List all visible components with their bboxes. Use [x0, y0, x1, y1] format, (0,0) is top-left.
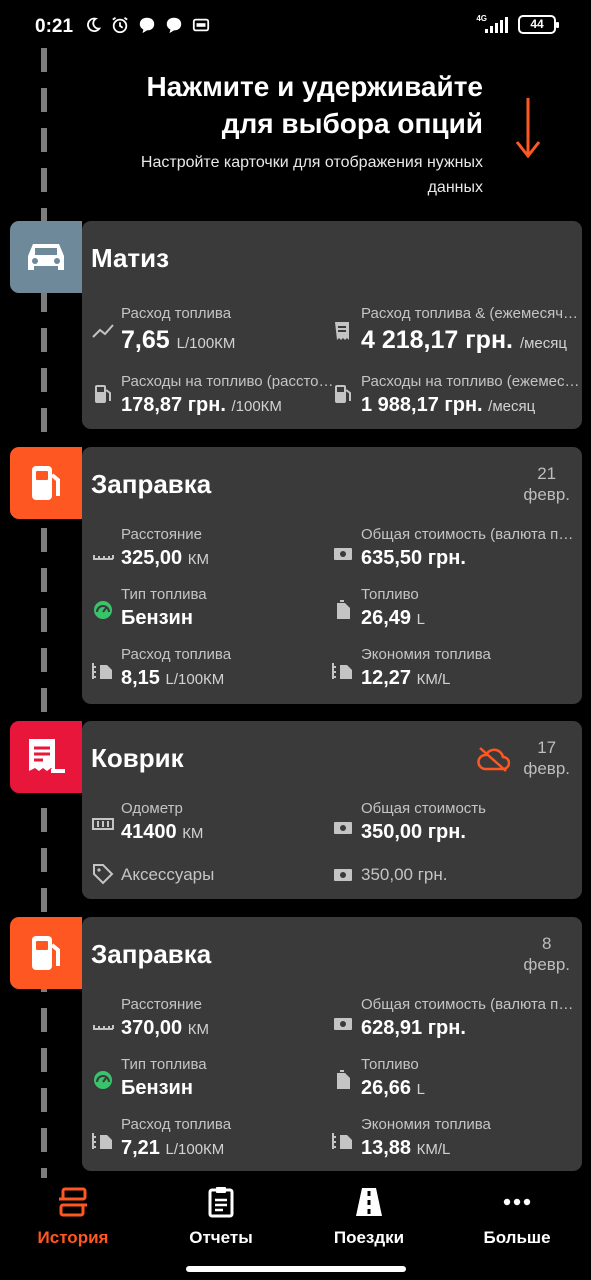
nav-trips[interactable]: Поездки: [309, 1186, 429, 1248]
expense-title: Коврик: [91, 743, 184, 773]
money-icon: [334, 548, 352, 560]
timeline-line: [41, 48, 47, 1178]
vehicle-name: Матиз: [91, 243, 170, 273]
refuel-title: Заправка: [91, 469, 212, 499]
stat-economy: Экономия топлива 12,27 КМ/L: [361, 646, 491, 689]
refuel-card[interactable]: Заправка 8 февр. Расстояние 370,00 КМ Общ…: [82, 917, 582, 1171]
vehicle-card[interactable]: Матиз Расход топлива 7,65 L/100КМ Расход…: [82, 221, 582, 429]
stat-fuel-cost-distance: Расходы на топливо (расстояние) 178,87 г…: [121, 373, 341, 416]
stat-distance: Расстояние 325,00 КМ: [121, 526, 209, 569]
gauge-icon: [94, 601, 112, 619]
refuel-title: Заправка: [91, 939, 212, 969]
fuel-economy-icon: [332, 1133, 352, 1149]
expense-date: 17 февр.: [523, 738, 570, 778]
money-icon: [334, 822, 352, 834]
gps-icon: [192, 18, 210, 32]
hint-subtitle: Настройте карточки для отображения нужны…: [140, 154, 483, 196]
refuel-date: 8 февр.: [523, 934, 570, 974]
receipt-icon: [10, 721, 82, 793]
network-type: 4G: [476, 13, 487, 23]
stat-total-cost: Общая стоимость (валюта по умолчанию) 63…: [361, 526, 581, 569]
stat-fuel-volume: Топливо 26,66 L: [361, 1056, 425, 1099]
arrow-down-icon: [515, 98, 541, 159]
home-indicator[interactable]: [186, 1266, 406, 1272]
trend-icon: [92, 324, 114, 338]
stat-consumption: Расход топлива 7,21 L/100КМ: [121, 1116, 232, 1159]
stat-fuel-type: Тип топлива Бензин: [121, 1056, 207, 1099]
fuel-pump-icon: [335, 385, 351, 403]
receipt-icon: [335, 322, 349, 340]
hint-banner: Нажмите и удерживайте для выбора опций Н…: [103, 68, 483, 200]
chat-bubble-icon: [139, 17, 155, 34]
chat-bubble-icon: [166, 17, 182, 34]
battery-icon: 44: [518, 15, 559, 34]
fuel-pump-icon: [10, 917, 82, 989]
stat-total-cost: Общая стоимость (валюта по умолчанию) 62…: [361, 996, 581, 1039]
stat-fuel-consumption: Расход топлива 7,65 L/100КМ: [121, 305, 236, 354]
hint-title: Нажмите и удерживайте для выбора опций: [146, 71, 483, 139]
fuel-pump-icon: [95, 385, 111, 403]
car-icon: [10, 221, 82, 293]
moon-icon: [87, 17, 102, 33]
status-bar: 0:21 4G 44: [0, 0, 591, 52]
alarm-icon: [112, 17, 128, 34]
money-icon: [334, 1018, 352, 1030]
stat-odometer: Одометр 41400 КМ: [121, 800, 204, 843]
stat-total-cost: Общая стоимость 350,00 грн.: [361, 800, 486, 843]
stat-fuel-volume: Топливо 26,49 L: [361, 586, 425, 629]
money-icon: [334, 869, 352, 881]
history-icon: [59, 1187, 87, 1217]
fuel-pump-icon: [10, 447, 82, 519]
stat-fuel-type: Тип топлива Бензин: [121, 586, 207, 629]
tag-icon: [93, 864, 114, 885]
fuel-can-icon: [337, 600, 350, 619]
clipboard-icon: [208, 1187, 234, 1218]
more-icon: [503, 1198, 531, 1206]
expense-card[interactable]: Коврик 17 февр. Одометр 41400 КМ Общая ст…: [82, 721, 582, 899]
refuel-card[interactable]: Заправка 21 февр. Расстояние 325,00 КМ Об…: [82, 447, 582, 704]
ruler-icon: [93, 1025, 114, 1030]
fuel-economy-icon: [332, 663, 352, 679]
fuel-can-gauge-icon: [92, 1133, 112, 1149]
ruler-icon: [93, 555, 114, 560]
fuel-can-icon: [337, 1070, 350, 1089]
expense-category: Аксессуары: [121, 865, 215, 884]
stat-monthly-fuel-expense: Расход топлива & (ежемесячно) 4 218,17 г…: [361, 305, 581, 354]
bottom-nav: История Отчеты Поездки Больше: [0, 1178, 591, 1280]
expense-amount: 350,00 грн.: [361, 865, 448, 884]
stat-distance: Расстояние 370,00 КМ: [121, 996, 209, 1039]
nav-history[interactable]: История: [13, 1186, 133, 1248]
signal-icon: [485, 16, 508, 33]
odometer-icon: [92, 818, 114, 830]
stat-fuel-cost-monthly: Расходы на топливо (ежемесячно) 1 988,17…: [361, 373, 581, 416]
cloud-off-icon: [477, 747, 510, 772]
road-icon: [356, 1188, 382, 1216]
gauge-icon: [94, 1071, 112, 1089]
refuel-date: 21 февр.: [523, 464, 570, 504]
stat-consumption: Расход топлива 8,15 L/100КМ: [121, 646, 232, 689]
fuel-can-gauge-icon: [92, 663, 112, 679]
stat-economy: Экономия топлива 13,88 КМ/L: [361, 1116, 491, 1159]
nav-reports[interactable]: Отчеты: [161, 1186, 281, 1248]
status-time: 0:21: [35, 16, 74, 37]
nav-more[interactable]: Больше: [457, 1186, 577, 1248]
